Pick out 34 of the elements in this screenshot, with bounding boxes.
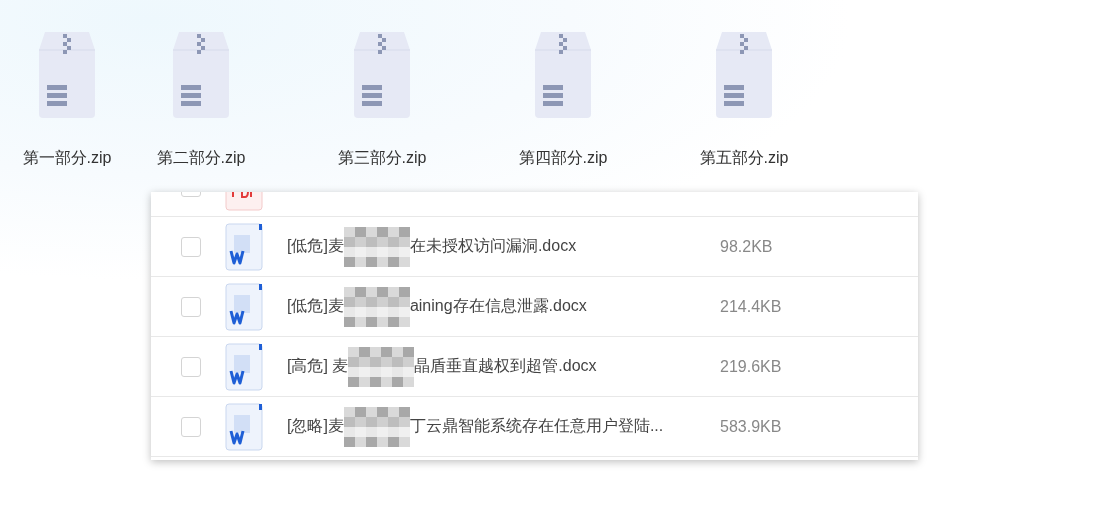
checkbox[interactable]	[181, 296, 201, 317]
file-name[interactable]: aining存在信息泄露.docx	[409, 296, 587, 317]
file-name[interactable]: 在未授权访问漏洞.docx	[409, 236, 577, 257]
archive-icon	[171, 30, 231, 120]
word-file-icon	[225, 282, 263, 331]
file-name[interactable]: [低危]麦	[287, 236, 344, 257]
redaction-drawing	[348, 346, 415, 387]
word-file-icon	[225, 342, 263, 391]
archive-icon	[714, 30, 774, 120]
file-name[interactable]: 第二部分.zip	[156, 148, 246, 169]
checkbox[interactable]	[181, 416, 201, 437]
checkbox[interactable]	[181, 356, 201, 377]
file-size: 214.4KB	[720, 297, 782, 316]
file-name[interactable]: [低危]麦	[287, 296, 344, 317]
file-size: 98.2KB	[720, 237, 773, 256]
file-name[interactable]: 第四部分.zip	[518, 148, 608, 169]
file-name[interactable]: 第一部分.zip	[22, 148, 112, 169]
redaction-drawing	[343, 226, 410, 267]
archive-icon	[352, 30, 412, 120]
archive-icon	[533, 30, 593, 120]
word-file-icon	[225, 402, 263, 451]
file-size: 583.9KB	[720, 417, 782, 436]
redaction-drawing	[343, 286, 410, 327]
file-name[interactable]: 丁云鼎智能系统存在任意用户登陆...	[409, 416, 664, 437]
checkbox[interactable]	[181, 236, 201, 257]
archive-icon	[37, 30, 97, 120]
file-name[interactable]: 第三部分.zip	[337, 148, 427, 169]
redaction-drawing	[343, 406, 410, 447]
file-name[interactable]: 晶盾垂直越权到超管.docx	[414, 356, 597, 377]
file-name[interactable]: [高危] 麦	[287, 356, 349, 377]
file-name[interactable]: 第五部分.zip	[699, 148, 789, 169]
file-name[interactable]: [忽略]麦	[287, 416, 344, 437]
file-size: 219.6KB	[720, 357, 782, 376]
word-file-icon	[225, 222, 263, 271]
